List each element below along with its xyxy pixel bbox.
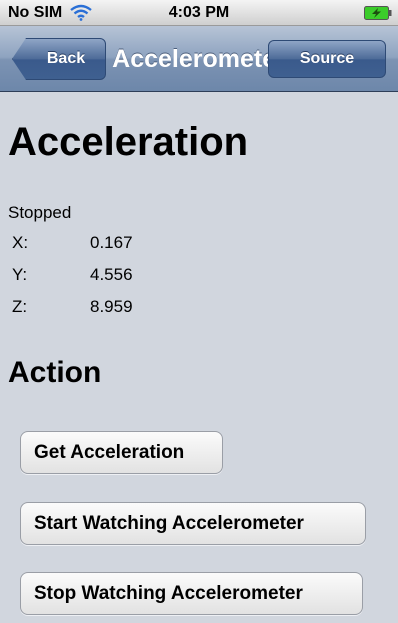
status-time: 4:03 PM xyxy=(168,4,230,21)
watch-status: Stopped xyxy=(8,203,72,222)
get-acceleration-button[interactable]: Get Acceleration xyxy=(20,431,223,474)
z-axis-label: Z: xyxy=(12,297,28,316)
z-axis-value: 8.959 xyxy=(90,297,133,316)
battery-charging-icon xyxy=(364,6,392,20)
x-axis-label: X: xyxy=(12,233,29,252)
navigation-bar: Accelerometer Back Source xyxy=(0,26,398,92)
source-button[interactable]: Source xyxy=(268,40,386,78)
action-heading: Action xyxy=(8,356,102,389)
acceleration-heading: Acceleration xyxy=(8,120,249,164)
stop-watching-button[interactable]: Stop Watching Accelerometer xyxy=(20,572,363,615)
y-axis-label: Y: xyxy=(12,265,28,284)
status-bar: No SIM 4:03 PM xyxy=(0,0,398,26)
back-button[interactable]: Back xyxy=(12,38,106,80)
y-axis-value: 4.556 xyxy=(90,265,133,284)
start-watching-button[interactable]: Start Watching Accelerometer xyxy=(20,502,366,545)
x-axis-value: 0.167 xyxy=(90,233,133,252)
